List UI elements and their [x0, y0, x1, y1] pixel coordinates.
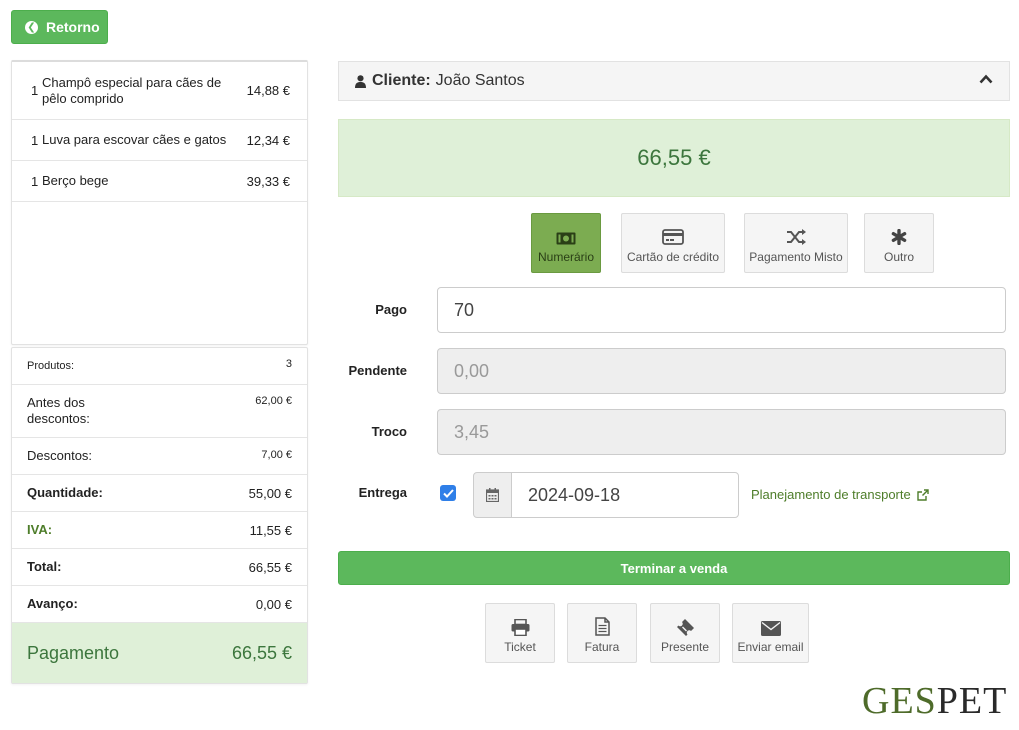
summary-label: Antes dos descontos:: [27, 395, 90, 426]
logo-part-pet: PET: [936, 680, 1008, 722]
cart-item-name: Luva para escovar cães e gatos: [42, 132, 227, 147]
summary-value: 66,55 €: [248, 559, 292, 575]
summary-label: IVA:: [27, 522, 53, 537]
total-amount: 66,55 €: [637, 145, 711, 170]
change-label: Troco: [371, 424, 407, 439]
logo-part-ges: GES: [862, 680, 937, 722]
invoice-label: Fatura: [584, 640, 620, 654]
change-input-value: 3,45: [454, 421, 490, 442]
delivery-date-input[interactable]: 2024-09-18: [511, 472, 739, 518]
summary-row-avanco: Avanço: 0,00 €: [12, 586, 307, 623]
payment-total-row: Pagamento 66,55 €: [12, 623, 307, 683]
client-header[interactable]: Cliente: João Santos: [338, 61, 1010, 101]
document-icon: [594, 617, 610, 636]
transport-planning-label: Planejamento de transporte: [751, 487, 911, 502]
summary-row-total: Total: 66,55 €: [12, 549, 307, 586]
external-link-icon: [917, 488, 929, 501]
summary-value: 0,00 €: [255, 596, 292, 612]
gift-button[interactable]: Presente: [650, 603, 720, 663]
cart-item-name: Berço bege: [42, 173, 109, 188]
summary-value: 7,00 €: [261, 449, 292, 461]
pending-label: Pendente: [348, 363, 407, 378]
back-button-label: Retorno: [46, 19, 100, 35]
transport-planning-link[interactable]: Planejamento de transporte: [751, 487, 929, 502]
delivery-date-value: 2024-09-18: [528, 484, 621, 505]
summary-row-iva: IVA: 11,55 €: [12, 512, 307, 549]
finish-sale-button[interactable]: Terminar a venda: [338, 551, 1010, 585]
cart-item[interactable]: 1 Berço bege 39,33 €: [12, 161, 307, 202]
cart-item-name: Champô especial para cães de pêlo compri…: [42, 74, 222, 106]
send-email-label: Enviar email: [737, 640, 804, 654]
cart-item[interactable]: 1 Champô especial para cães de pêlo comp…: [12, 62, 307, 120]
summary-label: Total:: [27, 559, 62, 574]
summary-label: Quantidade:: [27, 485, 103, 500]
method-cash-label: Numerário: [537, 250, 594, 264]
envelope-icon: [760, 621, 781, 636]
send-email-button[interactable]: Enviar email: [732, 603, 809, 663]
printer-icon: [511, 619, 529, 636]
summary-value: 62,00 €: [255, 395, 292, 407]
ticket-button[interactable]: Ticket: [485, 603, 555, 663]
method-other-label: Outro: [883, 250, 914, 264]
summary-row-produtos: Produtos: 3: [12, 348, 307, 385]
summary-label: Produtos:: [27, 360, 75, 372]
summary-label: Avanço:: [27, 596, 78, 611]
method-card-label: Cartão de crédito: [626, 250, 720, 264]
summary-label: Descontos:: [27, 448, 93, 463]
calendar-icon: [486, 488, 499, 502]
cart-item-price: 12,34 €: [246, 132, 290, 148]
cart-item[interactable]: 1 Luva para escovar cães e gatos 12,34 €: [12, 120, 307, 161]
circle-arrow-left-icon: ❮: [25, 20, 38, 34]
chevron-up-icon[interactable]: [979, 74, 993, 84]
summary-value: 3: [285, 358, 292, 370]
method-card-button[interactable]: Cartão de crédito: [621, 213, 725, 273]
paid-input-value: 70: [454, 299, 475, 320]
total-display: 66,55 €: [338, 119, 1010, 197]
user-icon: [355, 74, 366, 88]
summary-value: 11,55 €: [249, 522, 292, 538]
ticket-label: Ticket: [504, 640, 536, 654]
finish-sale-label: Terminar a venda: [620, 560, 728, 576]
payment-label: Pagamento: [27, 642, 120, 663]
pending-input: 0,00: [437, 348, 1006, 394]
money-icon: [556, 232, 576, 245]
cart-items-panel: 1 Champô especial para cães de pêlo comp…: [11, 60, 308, 345]
invoice-button[interactable]: Fatura: [567, 603, 637, 663]
payment-value: 66,55 €: [231, 642, 292, 663]
method-cash-button[interactable]: Numerário: [531, 213, 601, 273]
delivery-label: Entrega: [358, 485, 407, 500]
cart-item-qty: 1: [31, 173, 39, 189]
order-summary: Produtos: 3 Antes dos descontos: 62,00 €…: [11, 347, 308, 684]
change-input: 3,45: [437, 409, 1006, 455]
back-button[interactable]: ❮ Retorno: [11, 10, 108, 44]
asterisk-icon: [891, 229, 907, 245]
summary-row-quantidade: Quantidade: 55,00 €: [12, 475, 307, 512]
client-name: João Santos: [435, 72, 525, 89]
credit-card-icon: [662, 229, 684, 245]
calendar-addon[interactable]: [473, 472, 512, 518]
ticket-icon: [677, 619, 694, 636]
cart-item-qty: 1: [31, 83, 39, 98]
summary-row-descontos: Descontos: 7,00 €: [12, 438, 307, 475]
cart-item-qty: 1: [31, 132, 39, 148]
paid-label: Pago: [375, 302, 407, 317]
gift-label: Presente: [660, 640, 710, 654]
cart-item-price: 39,33 €: [246, 173, 290, 189]
checkmark-icon: [442, 488, 454, 498]
summary-row-antes: Antes dos descontos: 62,00 €: [12, 385, 307, 438]
cart-item-price: 14,88 €: [246, 83, 290, 98]
paid-input[interactable]: 70: [437, 287, 1006, 333]
summary-value: 55,00 €: [248, 485, 292, 501]
method-other-button[interactable]: Outro: [864, 213, 934, 273]
shuffle-icon: [786, 229, 806, 245]
gespet-logo: GESPET: [862, 681, 1007, 721]
method-mixed-button[interactable]: Pagamento Misto: [744, 213, 848, 273]
delivery-checkbox[interactable]: [440, 485, 456, 501]
method-mixed-label: Pagamento Misto: [749, 250, 843, 264]
pending-input-value: 0,00: [454, 360, 490, 381]
client-label: Cliente:: [372, 72, 431, 89]
